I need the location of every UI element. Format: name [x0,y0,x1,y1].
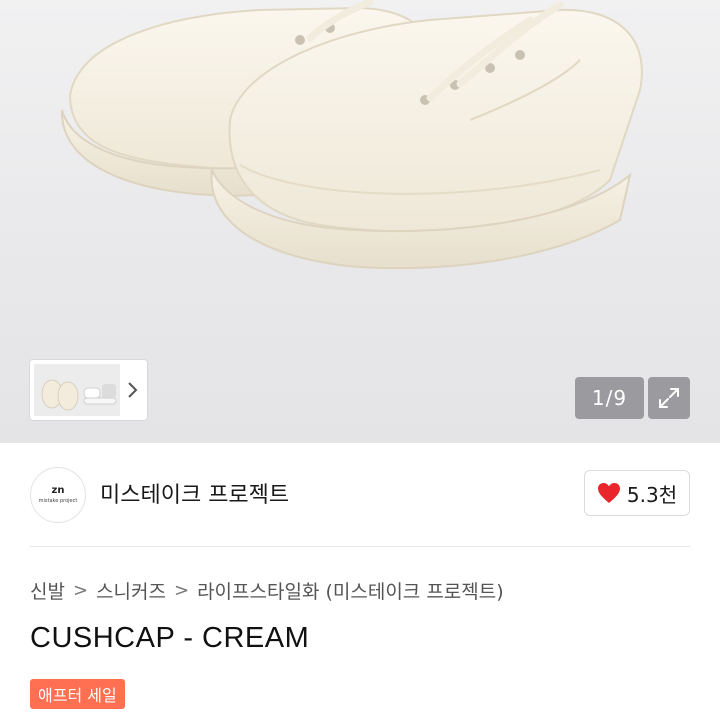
expand-icon [659,388,679,408]
image-counter: 1/9 [575,377,644,419]
seller-row: zn mistake project 미스테이크 프로젝트 5.3천 [0,443,720,548]
seller-logo-mark: zn [51,484,65,496]
fullscreen-button[interactable] [648,377,690,419]
breadcrumb: 신발 > 스니커즈 > 라이프스타일화 (미스테이크 프로젝트) [30,575,504,605]
chevron-right-icon [128,382,138,398]
product-title: CUSHCAP - CREAM [30,622,310,654]
chevron-right-icon: > [173,579,190,601]
like-count: 5.3천 [626,482,678,507]
seller-avatar[interactable]: zn mistake project [30,467,86,523]
breadcrumb-item-lifestyle[interactable]: 라이프스타일화 (미스테이크 프로젝트) [197,577,504,604]
chevron-right-icon: > [72,579,89,601]
sale-badge: 애프터 세일 [30,679,125,709]
heart-icon [597,483,620,503]
product-image-gallery[interactable]: 1/9 [0,0,720,443]
like-button[interactable]: 5.3천 [584,470,690,516]
seller-name[interactable]: 미스테이크 프로젝트 [100,477,289,509]
divider [30,546,690,547]
breadcrumb-item-shoes[interactable]: 신발 [30,577,65,604]
seller-logo-sub: mistake project [38,497,78,504]
thumbnail-image[interactable] [34,364,120,416]
thumbnail-next-button[interactable] [120,375,144,405]
breadcrumb-item-sneakers[interactable]: 스니커즈 [96,577,166,604]
